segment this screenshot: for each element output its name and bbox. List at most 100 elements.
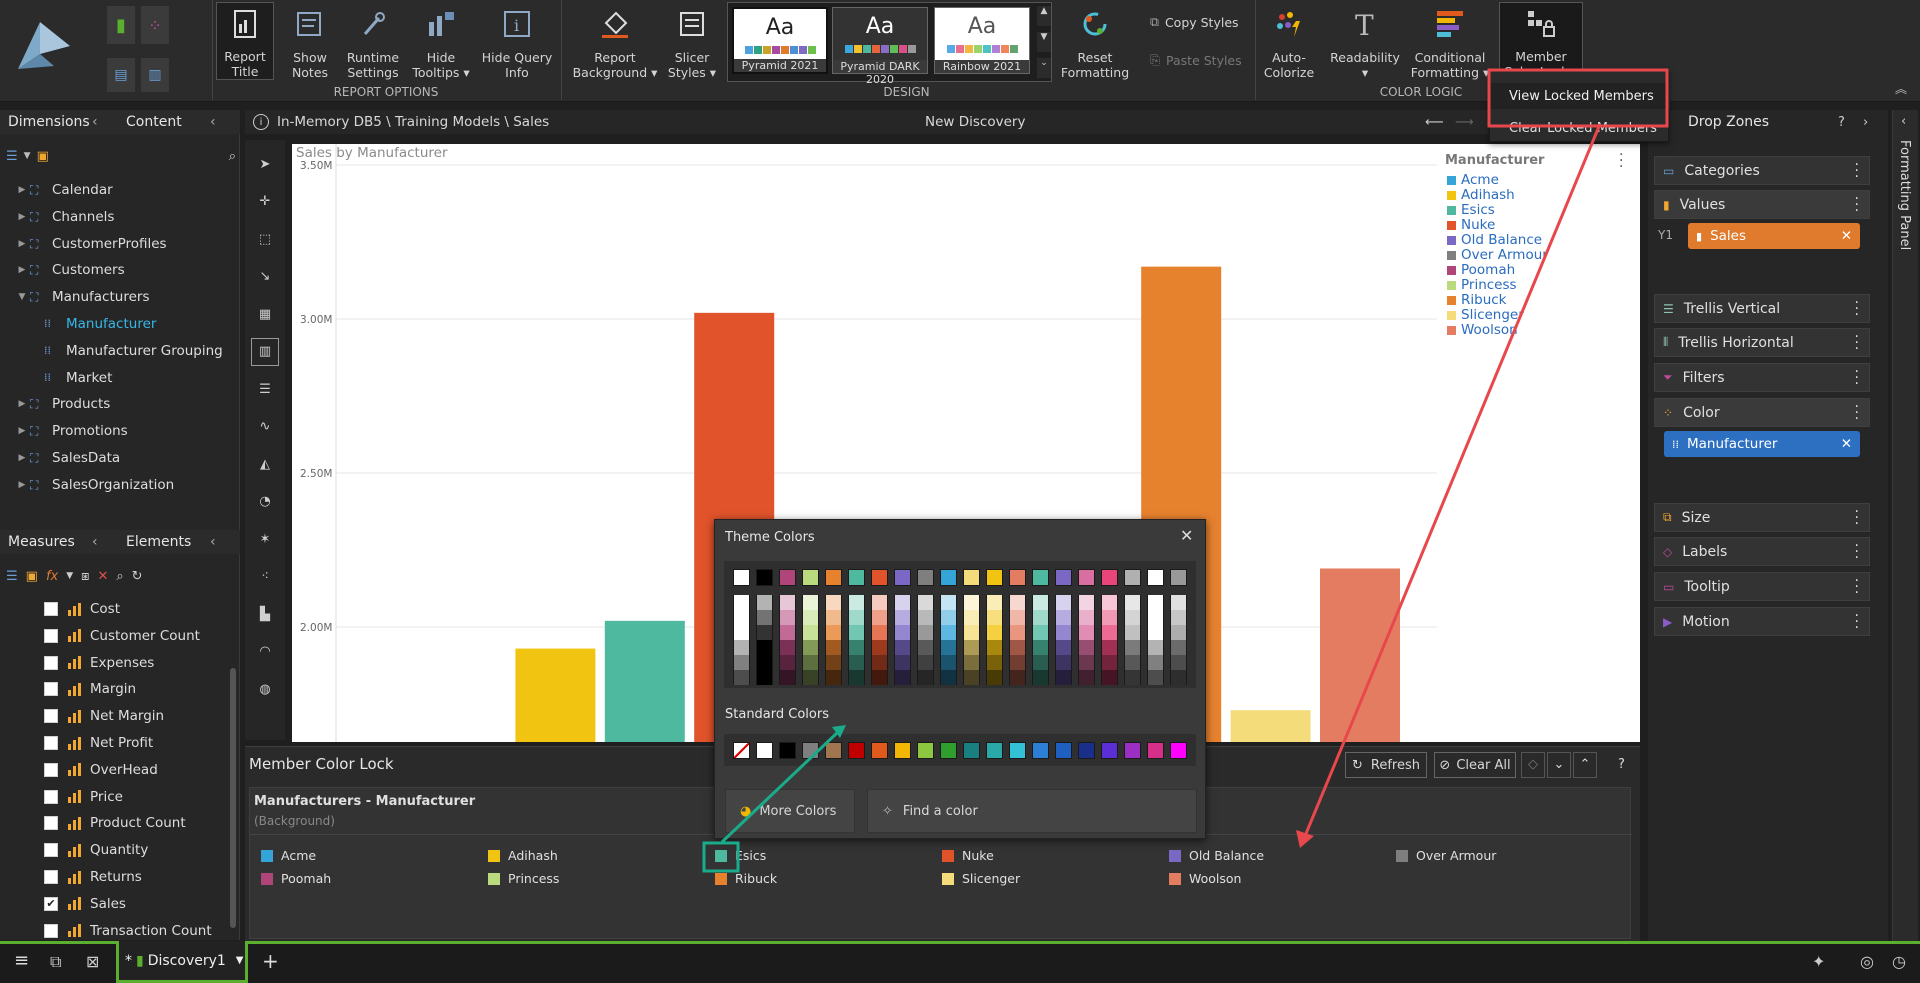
theme-shade-swatch[interactable] <box>871 640 888 655</box>
theme-shade-swatch[interactable] <box>779 595 796 610</box>
zone-menu-icon[interactable]: · · · <box>1855 192 1859 218</box>
legend-item[interactable]: Over Armour <box>1447 247 1548 263</box>
standard-color-swatch[interactable] <box>894 742 911 759</box>
dropdown-arrow-icon[interactable]: ▼ <box>24 151 31 161</box>
theme-shade-swatch[interactable] <box>871 655 888 670</box>
theme-shade-swatch[interactable] <box>871 625 888 640</box>
theme-color-swatch[interactable] <box>1009 569 1026 586</box>
locked-member-swatch[interactable] <box>715 872 727 885</box>
theme-shade-swatch[interactable] <box>802 670 819 685</box>
tree-item[interactable]: ⁞⁞ Manufacturer Grouping <box>34 338 223 364</box>
theme-scroll-up[interactable]: ▲ <box>1037 6 1051 26</box>
standard-color-swatch[interactable] <box>802 742 819 759</box>
theme-color-swatch[interactable] <box>871 569 888 586</box>
theme-shade-swatch[interactable] <box>940 640 957 655</box>
close-icon[interactable]: ✕ <box>1180 526 1193 545</box>
theme-shade-swatch[interactable] <box>1078 610 1095 625</box>
theme-rainbow-2021[interactable]: Aa Rainbow 2021 <box>934 7 1030 74</box>
theme-shade-swatch[interactable] <box>1124 640 1141 655</box>
legend-item[interactable]: Acme <box>1447 172 1499 188</box>
chevron-right-icon[interactable]: ▶ <box>14 212 30 222</box>
copy-styles-button[interactable]: ⧉ Copy Styles <box>1150 14 1239 30</box>
manufacturer-color-chip[interactable]: ⁞⁞ Manufacturer ✕ <box>1664 431 1860 457</box>
legend-item[interactable]: Ribuck <box>1447 292 1507 308</box>
chevron-right-icon[interactable]: ▶ <box>14 239 30 249</box>
standard-color-swatch[interactable] <box>1032 742 1049 759</box>
remove-chip-icon[interactable]: ✕ <box>1841 228 1852 244</box>
legend-item[interactable]: Slicenger <box>1447 307 1524 323</box>
theme-shade-swatch[interactable] <box>802 610 819 625</box>
tree-item[interactable]: ▶ ⛶ Products <box>14 391 111 417</box>
tree-item[interactable]: ▶ ⛶ Customers <box>14 257 125 283</box>
pyramid-logo[interactable] <box>10 14 80 74</box>
theme-shade-swatch[interactable] <box>733 595 750 610</box>
theme-gallery-expand[interactable]: ⌄ <box>1037 58 1051 78</box>
theme-shade-swatch[interactable] <box>917 655 934 670</box>
legend-item[interactable]: Adihash <box>1447 187 1515 203</box>
chart-menu-icon[interactable]: · · · <box>1619 148 1623 174</box>
theme-shade-swatch[interactable] <box>1032 625 1049 640</box>
theme-shade-swatch[interactable] <box>963 670 980 685</box>
zone-trellis-vertical[interactable]: ☰ Trellis Vertical · · · <box>1654 294 1870 323</box>
diamond-icon[interactable]: ◇ <box>1521 752 1545 778</box>
standard-color-swatch[interactable] <box>1170 742 1187 759</box>
measure-item[interactable]: Net Profit <box>44 730 153 756</box>
theme-shade-swatch[interactable] <box>1101 640 1118 655</box>
measure-item[interactable]: Margin <box>44 676 136 702</box>
zone-menu-icon[interactable]: · · · <box>1855 539 1859 565</box>
theme-shade-swatch[interactable] <box>986 595 1003 610</box>
standard-color-swatch[interactable] <box>779 742 796 759</box>
expand-formatting-icon[interactable]: ‹ <box>1901 114 1906 129</box>
chevron-right-icon[interactable]: ▶ <box>14 453 30 463</box>
zone-menu-icon[interactable]: · · · <box>1855 574 1859 600</box>
theme-shade-swatch[interactable] <box>894 670 911 685</box>
theme-shade-swatch[interactable] <box>917 640 934 655</box>
theme-shade-swatch[interactable] <box>1124 595 1141 610</box>
standard-color-swatch[interactable] <box>1055 742 1072 759</box>
theme-shade-swatch[interactable] <box>848 640 865 655</box>
legend-item[interactable]: Nuke <box>1447 217 1495 233</box>
measure-item[interactable]: ✔ Sales <box>44 891 126 917</box>
standard-color-swatch[interactable] <box>756 742 773 759</box>
scatter-icon[interactable]: ⁖ <box>251 563 279 591</box>
theme-color-swatch[interactable] <box>1124 569 1141 586</box>
theme-shade-swatch[interactable] <box>1009 625 1026 640</box>
theme-shade-swatch[interactable] <box>963 625 980 640</box>
chevron-up-icon[interactable]: ⌃ <box>1573 752 1597 778</box>
tab-content[interactable]: Content <box>126 114 206 130</box>
list-icon[interactable]: ☰ <box>251 375 279 403</box>
locked-member-swatch[interactable] <box>1396 849 1408 862</box>
theme-color-swatch[interactable] <box>733 569 750 586</box>
theme-shade-swatch[interactable] <box>986 655 1003 670</box>
theme-shade-swatch[interactable] <box>1170 640 1187 655</box>
legend-item[interactable]: Poomah <box>1447 262 1515 278</box>
tree-item[interactable]: ▶ ⛶ SalesData <box>14 445 121 471</box>
locked-member-item[interactable]: Princess <box>488 871 559 886</box>
theme-shade-swatch[interactable] <box>1124 610 1141 625</box>
chevron-down-icon[interactable]: ⌄ <box>1547 752 1571 778</box>
measure-item[interactable]: Cost <box>44 596 120 622</box>
theme-shade-swatch[interactable] <box>871 595 888 610</box>
publish-icon[interactable]: ⊠ <box>86 952 99 971</box>
tab-elements[interactable]: Elements <box>126 534 206 550</box>
drill-icon[interactable]: ↘ <box>251 263 279 291</box>
measure-item[interactable]: Product Count <box>44 810 186 836</box>
remove-chip-icon[interactable]: ✕ <box>1841 436 1852 452</box>
theme-shade-swatch[interactable] <box>779 610 796 625</box>
hamburger-menu-icon[interactable]: ≡ <box>14 950 29 971</box>
measure-checkbox[interactable] <box>44 789 58 804</box>
theme-shade-swatch[interactable] <box>1147 640 1164 655</box>
measure-item[interactable]: Customer Count <box>44 623 200 649</box>
theme-shade-swatch[interactable] <box>848 670 865 685</box>
theme-shade-swatch[interactable] <box>1009 595 1026 610</box>
theme-pyramid-dark-2020[interactable]: Aa Pyramid DARK 2020 <box>832 7 928 86</box>
theme-shade-swatch[interactable] <box>940 655 957 670</box>
theme-color-swatch[interactable] <box>1147 569 1164 586</box>
locked-member-item[interactable]: Slicenger <box>942 871 1020 886</box>
legend-item[interactable]: Esics <box>1447 202 1495 218</box>
chevron-down-icon[interactable]: ▼ <box>14 292 30 302</box>
theme-shade-swatch[interactable] <box>1032 670 1049 685</box>
find-color-button[interactable]: ✧ Find a color <box>867 789 1197 833</box>
hierarchy-view-icon[interactable]: ☰ <box>6 569 18 584</box>
theme-shade-swatch[interactable] <box>756 595 773 610</box>
